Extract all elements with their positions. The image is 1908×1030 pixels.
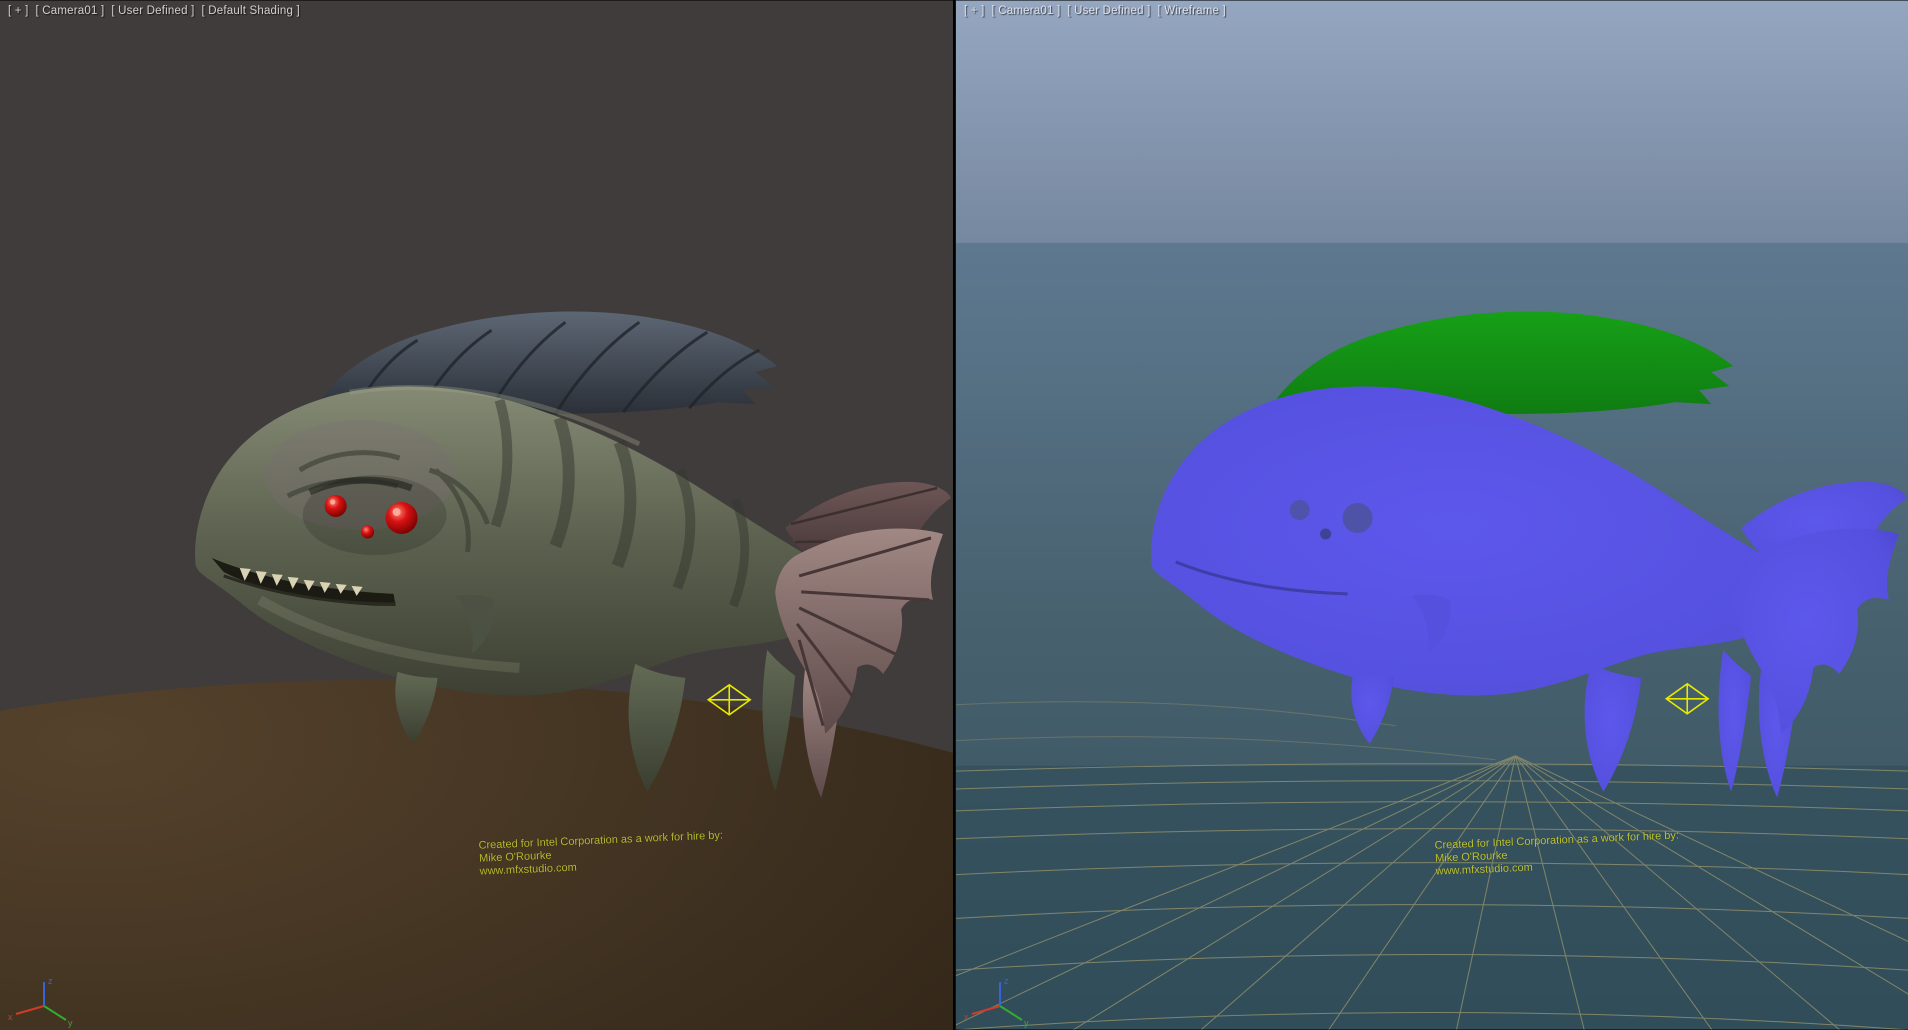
viewport-shading-menu[interactable]: [ Default Shading ] bbox=[201, 5, 299, 17]
viewport-plus-menu[interactable]: [ + ] bbox=[8, 5, 29, 17]
axis-z-label: z bbox=[1004, 976, 1009, 986]
dual-viewport-stage: [ + ] [ Camera01 ] [ User Defined ] [ De… bbox=[0, 0, 1908, 1030]
viewport-menu-left: [ + ] [ Camera01 ] [ User Defined ] [ De… bbox=[8, 5, 300, 17]
axis-z-label: z bbox=[48, 976, 53, 986]
viewport-plus-menu[interactable]: [ + ] bbox=[964, 5, 985, 17]
viewport-pov-menu[interactable]: [ User Defined ] bbox=[1067, 5, 1150, 17]
ground-shade bbox=[956, 766, 1908, 1030]
viewport-pov-menu[interactable]: [ User Defined ] bbox=[111, 5, 194, 17]
axis-y-label: y bbox=[68, 1018, 73, 1028]
axis-y-label: y bbox=[1024, 1018, 1029, 1028]
viewport-shaded[interactable]: [ + ] [ Camera01 ] [ User Defined ] [ De… bbox=[0, 0, 953, 1030]
viewport-menu-right: [ + ] [ Camera01 ] [ User Defined ] [ Wi… bbox=[964, 5, 1226, 17]
world-axis-tripod-icon: x y z bbox=[4, 970, 84, 1028]
axis-x-label: x bbox=[8, 1012, 13, 1022]
world-axis-tripod-icon: x y z bbox=[960, 970, 1040, 1028]
viewport-camera-menu[interactable]: [ Camera01 ] bbox=[36, 5, 105, 17]
axis-x-label: x bbox=[964, 1012, 969, 1022]
viewport-wireframe[interactable]: [ + ] [ Camera01 ] [ User Defined ] [ Wi… bbox=[955, 0, 1908, 1030]
wireframe-scene[interactable] bbox=[956, 0, 1908, 1030]
eye-socket-shadow bbox=[303, 475, 447, 555]
shaded-scene[interactable] bbox=[0, 0, 953, 1030]
viewport-camera-menu[interactable]: [ Camera01 ] bbox=[992, 5, 1061, 17]
viewport-shading-menu[interactable]: [ Wireframe ] bbox=[1157, 5, 1225, 17]
